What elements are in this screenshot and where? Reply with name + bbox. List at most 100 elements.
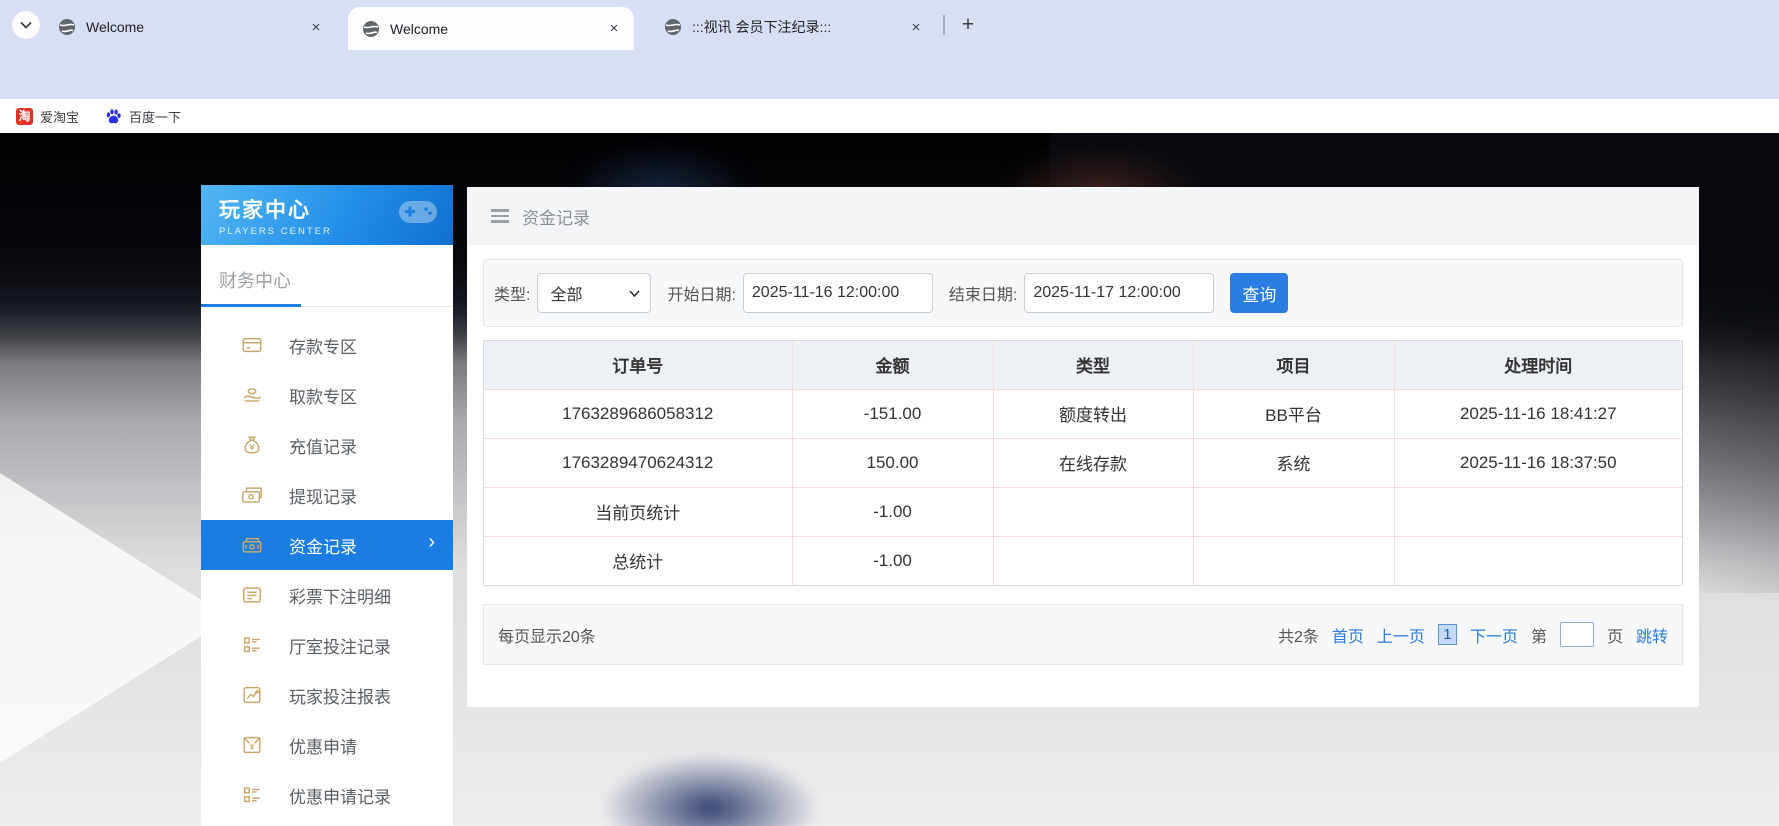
- bookmark-label: 爱淘宝: [40, 109, 80, 125]
- total-count-text: 共2条: [1278, 628, 1319, 646]
- cell-label: 当前页统计: [484, 486, 792, 536]
- tab-search-button[interactable]: [12, 11, 40, 39]
- sidebar-item-lottery-bet-details[interactable]: 彩票下注明细: [201, 570, 453, 620]
- jump-label-post: 页: [1606, 628, 1623, 646]
- list-icon: [241, 784, 263, 806]
- globe-favicon: [59, 19, 75, 35]
- sidebar-item-label: 厅室投注记录: [289, 637, 391, 657]
- table-header-row: 订单号 金额 类型 项目 处理时间: [484, 341, 1682, 389]
- tab-close-icon[interactable]: ×: [604, 19, 624, 39]
- end-date-input[interactable]: [1024, 273, 1215, 313]
- cell-empty: [1192, 535, 1394, 585]
- type-select[interactable]: 全部: [537, 273, 652, 313]
- main-panel: 资金记录 类型: 全部 开始日期: 结束日期: 查询 订单号: [467, 187, 1699, 707]
- cell-empty: [1393, 535, 1682, 585]
- new-tab-button[interactable]: +: [954, 11, 982, 39]
- end-date-label: 结束日期:: [948, 287, 1018, 304]
- tab-betting-records[interactable]: :::视讯 会员下注纪录::: ×: [650, 10, 936, 44]
- withdraw-hand-icon: [241, 384, 263, 406]
- sidebar-item-label: 优惠申请记录: [289, 787, 391, 807]
- col-header-project: 项目: [1192, 341, 1394, 389]
- cell-time: 2025-11-16 18:41:27: [1393, 388, 1682, 438]
- chevron-down-icon: [629, 289, 641, 297]
- cell-amount: 150.00: [791, 437, 993, 487]
- jump-label-pre: 第: [1530, 628, 1547, 646]
- taobao-icon: 淘: [16, 107, 33, 125]
- background-blob: [600, 753, 820, 826]
- cell-amount: -1.00: [791, 486, 993, 536]
- sidebar-section-title: 财务中心: [219, 271, 291, 291]
- cell-label: 总统计: [484, 535, 792, 585]
- hamburger-icon: [491, 206, 509, 226]
- cell-empty: [1393, 486, 1682, 536]
- cell-empty: [992, 535, 1193, 585]
- jump-action-link[interactable]: 跳转: [1636, 623, 1668, 647]
- sidebar-item-deposit-zone[interactable]: 存款专区: [201, 320, 453, 370]
- wallet-icon: [241, 534, 263, 556]
- sidebar-item-recharge-records[interactable]: ¥ 充值记录: [201, 420, 453, 470]
- player-center-sidebar: 玩家中心 PLAYERS CENTER 财务中心 存款专区 取款专区 ¥ 充值记…: [201, 185, 453, 826]
- tab-divider: [943, 15, 945, 35]
- globe-favicon: [363, 20, 379, 37]
- type-label: 类型:: [494, 287, 531, 304]
- next-page-link[interactable]: 下一页: [1470, 623, 1518, 647]
- svg-text:¥: ¥: [250, 443, 255, 452]
- sidebar-section-underline: [201, 304, 453, 307]
- browser-toolbar: js13.cc/hhcp/usercenter.html?iniType=6: [0, 50, 1779, 143]
- money-bag-icon: ¥: [241, 434, 263, 456]
- sidebar-item-withdrawal-records[interactable]: 提现记录: [201, 470, 453, 520]
- cell-empty: [992, 486, 1193, 536]
- pagination-bar: 每页显示20条 共2条 首页 上一页 1 下一页 第 页 跳转: [483, 604, 1683, 665]
- sidebar-item-hall-bet-records[interactable]: 厅室投注记录: [201, 620, 453, 670]
- bookmark-baidu[interactable]: 百度一下: [105, 107, 181, 126]
- deposit-card-icon: [241, 334, 263, 356]
- sidebar-item-label: 优惠申请: [289, 737, 357, 757]
- cell-project: BB平台: [1192, 388, 1394, 438]
- table-row-grand-total: 总统计 -1.00: [484, 535, 1682, 585]
- bookmark-label: 百度一下: [129, 109, 182, 125]
- cell-order-no: 1763289470624312: [484, 437, 792, 487]
- tab-strip: Welcome × Welcome × :::视讯 会员下注纪录::: × +: [0, 0, 1779, 50]
- cell-amount: -151.00: [791, 388, 993, 438]
- sidebar-menu: 存款专区 取款专区 ¥ 充值记录 提现记录 资金记录 › 彩票下注明细 厅室投注…: [201, 320, 453, 820]
- envelope-yen-icon: ¥: [241, 734, 263, 756]
- sidebar-item-withdraw-zone[interactable]: 取款专区: [201, 370, 453, 420]
- col-header-order-no: 订单号: [484, 341, 792, 389]
- type-select-value: 全部: [550, 287, 583, 304]
- start-date-input[interactable]: [742, 273, 933, 313]
- tab-welcome-1[interactable]: Welcome ×: [44, 10, 336, 44]
- sidebar-item-funds-records[interactable]: 资金记录 ›: [201, 520, 453, 570]
- cell-project: 系统: [1192, 437, 1394, 487]
- cell-type: 额度转出: [992, 388, 1193, 438]
- sidebar-item-label: 充值记录: [289, 437, 357, 457]
- sidebar-item-label: 存款专区: [289, 337, 357, 357]
- cell-empty: [1192, 486, 1394, 536]
- jump-page-input[interactable]: [1559, 622, 1594, 647]
- sidebar-item-promo-apply[interactable]: ¥ 优惠申请: [201, 720, 453, 770]
- list-icon: [241, 634, 263, 656]
- tab-close-icon[interactable]: ×: [906, 17, 926, 37]
- col-header-type: 类型: [992, 341, 1193, 389]
- browser-window: Welcome × Welcome × :::视讯 会员下注纪录::: × +: [0, 0, 1779, 826]
- search-button[interactable]: 查询: [1230, 273, 1289, 313]
- tab-welcome-2-active[interactable]: Welcome ×: [348, 7, 634, 50]
- cell-order-no: 1763289686058312: [484, 388, 792, 438]
- sidebar-item-promo-apply-records[interactable]: 优惠申请记录: [201, 770, 453, 820]
- baidu-paw-icon: [106, 108, 121, 123]
- cell-amount: -1.00: [791, 535, 993, 585]
- list-doc-icon: [241, 584, 263, 606]
- prev-page-link[interactable]: 上一页: [1377, 623, 1425, 647]
- col-header-amount: 金额: [791, 341, 993, 389]
- start-date-label: 开始日期:: [667, 287, 736, 304]
- col-header-time: 处理时间: [1393, 341, 1682, 389]
- bookmark-aitaobao[interactable]: 淘 爱淘宝: [16, 107, 79, 126]
- sidebar-item-player-bet-report[interactable]: 玩家投注报表: [201, 670, 453, 720]
- table-row: 1763289470624312 150.00 在线存款 系统 2025-11-…: [484, 437, 1682, 487]
- tab-close-icon[interactable]: ×: [306, 17, 326, 37]
- sidebar-item-label: 提现记录: [289, 487, 357, 507]
- current-page-indicator[interactable]: 1: [1437, 624, 1457, 645]
- chart-icon: [241, 684, 263, 706]
- funds-table: 订单号 金额 类型 项目 处理时间 1763289686058312 -151.…: [483, 340, 1683, 586]
- first-page-link[interactable]: 首页: [1332, 623, 1364, 647]
- sidebar-item-label: 取款专区: [289, 387, 357, 407]
